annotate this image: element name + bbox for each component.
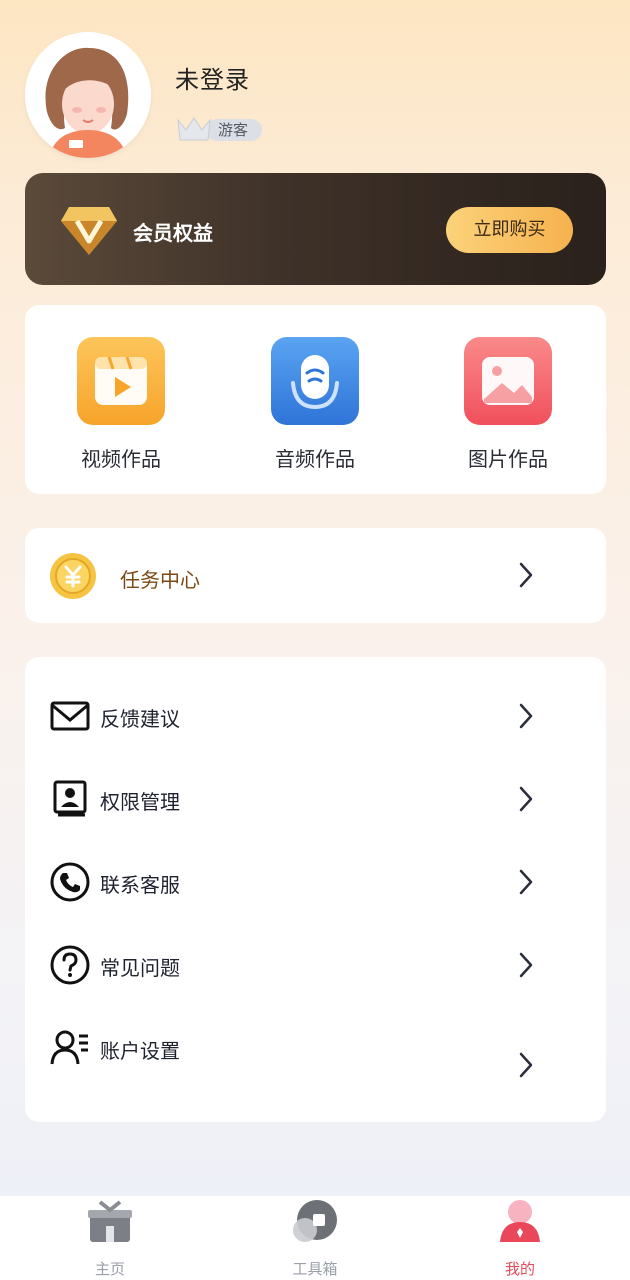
vip-card[interactable]: 会员权益 立即购买 xyxy=(25,173,606,285)
tab-home[interactable]: 主页 xyxy=(50,1196,170,1280)
profile-icon xyxy=(500,1200,540,1242)
works-card: 视频作品 音频作品 图片作品 xyxy=(25,305,606,494)
contact-book-icon xyxy=(53,780,87,817)
mail-icon xyxy=(50,701,90,731)
menu-item-account-settings[interactable]: 账户设置 xyxy=(25,1018,606,1098)
menu-label-feedback: 反馈建议 xyxy=(100,707,180,731)
audio-works-label: 音频作品 xyxy=(275,447,355,471)
audio-works-item[interactable]: 音频作品 xyxy=(255,337,375,472)
image-icon xyxy=(464,337,552,425)
chevron-right-icon xyxy=(519,703,533,729)
phone-icon xyxy=(50,862,90,902)
tab-home-label: 主页 xyxy=(94,1260,125,1278)
username: 未登录 xyxy=(175,66,250,94)
chevron-right-icon xyxy=(519,786,533,812)
profile-header: 未登录 游客 xyxy=(0,0,630,170)
chevron-right-icon xyxy=(519,562,533,588)
settings-menu: 反馈建议 权限管理 联系客服 常见问题 账户设置 xyxy=(25,657,606,1122)
video-works-item[interactable]: 视频作品 xyxy=(61,337,181,472)
chevron-right-icon xyxy=(519,869,533,895)
menu-label-faq: 常见问题 xyxy=(100,956,180,980)
user-settings-icon xyxy=(50,1030,88,1065)
tab-mine-label: 我的 xyxy=(504,1260,535,1278)
task-center-row[interactable]: 任务中心 xyxy=(25,528,606,623)
menu-item-permissions[interactable]: 权限管理 xyxy=(25,769,606,829)
bottom-tab-bar: 主页 工具箱 我的 xyxy=(0,1196,630,1280)
menu-item-feedback[interactable]: 反馈建议 xyxy=(25,686,606,746)
microphone-icon xyxy=(271,337,359,425)
tab-toolbox[interactable]: 工具箱 xyxy=(255,1196,375,1280)
tab-toolbox-label: 工具箱 xyxy=(292,1260,338,1278)
menu-item-customer-service[interactable]: 联系客服 xyxy=(25,852,606,912)
crown-icon xyxy=(177,117,211,141)
video-works-label: 视频作品 xyxy=(81,447,161,471)
video-icon xyxy=(77,337,165,425)
menu-label-account-settings: 账户设置 xyxy=(100,1039,180,1063)
chevron-right-icon xyxy=(519,952,533,978)
diamond-icon xyxy=(61,207,117,255)
home-icon xyxy=(88,1200,132,1242)
chevron-right-icon xyxy=(519,1052,533,1078)
avatar[interactable] xyxy=(25,32,151,158)
menu-item-faq[interactable]: 常见问题 xyxy=(25,935,606,995)
guest-badge: 游客 xyxy=(176,114,262,142)
image-works-item[interactable]: 图片作品 xyxy=(448,337,568,472)
image-works-label: 图片作品 xyxy=(468,447,548,471)
vip-title: 会员权益 xyxy=(133,221,213,245)
task-center-label: 任务中心 xyxy=(120,568,200,592)
menu-label-permissions: 权限管理 xyxy=(100,790,180,814)
avatar-illustration xyxy=(25,32,151,158)
menu-label-customer-service: 联系客服 xyxy=(100,873,180,897)
buy-now-button[interactable]: 立即购买 xyxy=(446,207,573,253)
toolbox-icon xyxy=(293,1200,337,1242)
question-icon xyxy=(50,945,90,985)
coin-icon xyxy=(50,553,96,599)
tab-mine[interactable]: 我的 xyxy=(460,1196,580,1280)
